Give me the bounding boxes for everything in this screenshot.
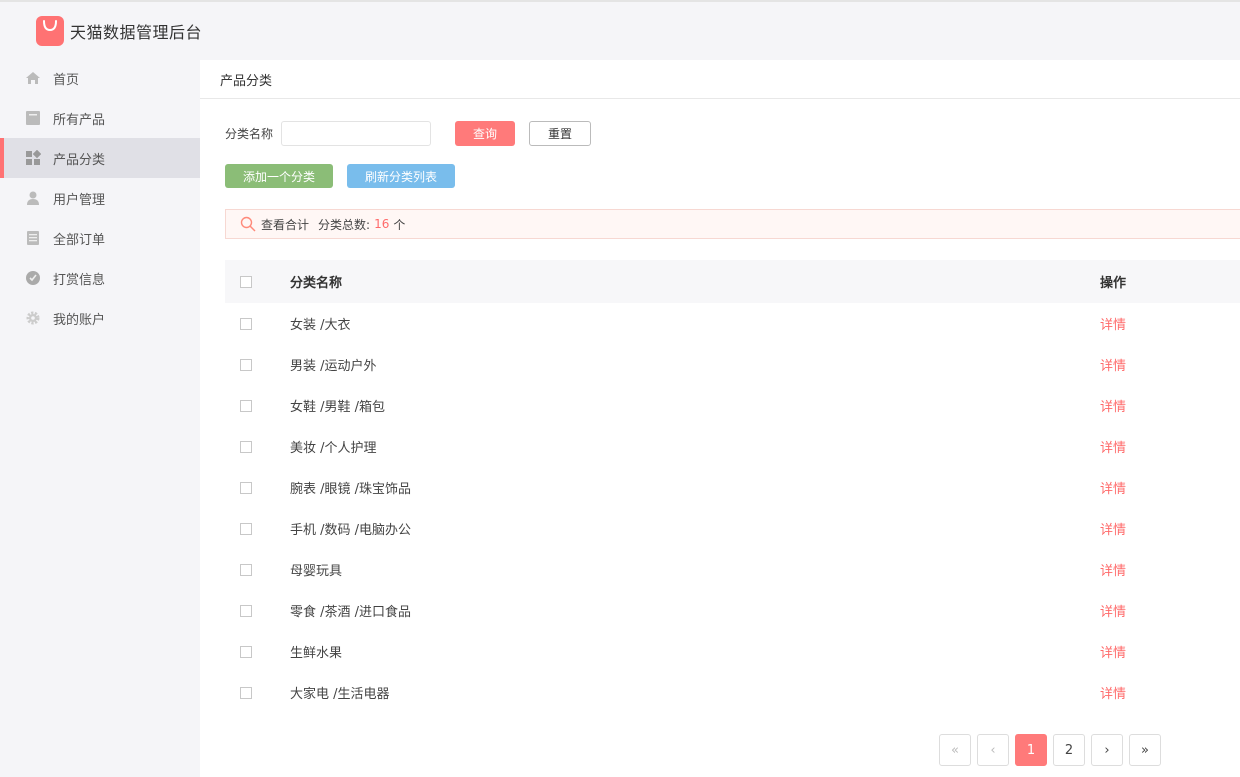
product-icon [24, 109, 42, 127]
table-row: 手机 /数码 /电脑办公 详情 [225, 508, 1240, 549]
pagination: « ‹ 1 2 › » [939, 734, 1167, 766]
sidebar-item-home[interactable]: 首页 [0, 58, 200, 98]
table-row: 男装 /运动户外 详情 [225, 344, 1240, 385]
query-button[interactable]: 查询 [455, 121, 516, 146]
reset-button[interactable]: 重置 [529, 121, 592, 146]
summary-bar: 查看合计 分类总数: 16 个 [225, 209, 1240, 239]
details-link[interactable]: 详情 [1100, 318, 1126, 333]
refresh-list-button[interactable]: 刷新分类列表 [347, 164, 455, 188]
row-checkbox[interactable] [240, 563, 252, 576]
category-name: 美妆 /个人护理 [290, 441, 377, 456]
sidebar-item-label: 我的账户 [53, 312, 106, 328]
page-1-button[interactable]: 1 [1015, 734, 1047, 766]
details-link[interactable]: 详情 [1100, 441, 1126, 456]
row-checkbox[interactable] [240, 604, 252, 617]
order-list-icon [24, 229, 42, 247]
sidebar-item-account[interactable]: 我的账户 [0, 298, 200, 338]
row-checkbox[interactable] [240, 522, 252, 535]
table-row: 母婴玩具 详情 [225, 549, 1240, 590]
row-checkbox[interactable] [240, 645, 252, 658]
row-checkbox[interactable] [240, 317, 252, 330]
details-link[interactable]: 详情 [1100, 564, 1126, 579]
category-name: 母婴玩具 [290, 564, 343, 579]
sidebar-item-categories[interactable]: 产品分类 [0, 138, 200, 178]
sidebar-item-orders[interactable]: 全部订单 [0, 218, 200, 258]
prev-page-button[interactable]: ‹ [977, 734, 1009, 766]
user-icon [24, 189, 42, 207]
total-label: 分类总数: [318, 217, 371, 232]
category-grid-icon [24, 149, 42, 167]
table-row: 零食 /茶酒 /进口食品 详情 [225, 590, 1240, 631]
total-count: 16 [374, 217, 390, 231]
brand: 天猫数据管理后台 [36, 14, 202, 48]
sidebar-item-rewards[interactable]: 打赏信息 [0, 258, 200, 298]
add-category-button[interactable]: 添加一个分类 [225, 164, 333, 188]
top-border [0, 0, 1240, 2]
table-row: 腕表 /眼镜 /珠宝饰品 详情 [225, 467, 1240, 508]
reward-icon [24, 269, 42, 287]
category-name-input[interactable] [281, 121, 432, 146]
category-name: 腕表 /眼镜 /珠宝饰品 [290, 482, 412, 497]
column-header-operation: 操作 [1100, 276, 1127, 291]
details-link[interactable]: 详情 [1100, 523, 1126, 538]
sidebar-item-label: 用户管理 [53, 192, 106, 208]
sidebar-item-label: 首页 [53, 72, 80, 88]
table-row: 大家电 /生活电器 详情 [225, 672, 1240, 713]
category-name: 手机 /数码 /电脑办公 [290, 523, 412, 538]
details-link[interactable]: 详情 [1100, 687, 1126, 702]
category-name-label: 分类名称 [225, 127, 274, 141]
action-bar: 添加一个分类 刷新分类列表 [225, 164, 455, 188]
row-checkbox[interactable] [240, 481, 252, 494]
sidebar-item-label: 所有产品 [53, 112, 106, 128]
shopping-bag-logo-icon [36, 16, 64, 46]
last-page-button[interactable]: » [1129, 734, 1161, 766]
details-link[interactable]: 详情 [1100, 646, 1126, 661]
app-title: 天猫数据管理后台 [70, 23, 203, 42]
table-row: 美妆 /个人护理 详情 [225, 426, 1240, 467]
filter-bar: 分类名称 查询 重置 [225, 121, 592, 146]
category-name: 男装 /运动户外 [290, 359, 377, 374]
page-2-button[interactable]: 2 [1053, 734, 1085, 766]
table-row: 生鲜水果 详情 [225, 631, 1240, 672]
category-table: 分类名称 操作 女装 /大衣 详情 男装 /运动户外 详情 女鞋 /男鞋 /箱包… [225, 260, 1240, 713]
row-checkbox[interactable] [240, 358, 252, 371]
sidebar-item-products[interactable]: 所有产品 [0, 98, 200, 138]
sidebar: 首页 所有产品 产品分类 用户管理 全部订单 打赏信息 我的账户 [0, 58, 200, 338]
sidebar-item-label: 打赏信息 [53, 272, 106, 288]
sidebar-item-label: 产品分类 [53, 152, 106, 168]
main-panel: 产品分类 分类名称 查询 重置 添加一个分类 刷新分类列表 查看合计 分类总数:… [200, 60, 1240, 777]
details-link[interactable]: 详情 [1100, 605, 1126, 620]
row-checkbox[interactable] [240, 686, 252, 699]
category-name: 女鞋 /男鞋 /箱包 [290, 400, 386, 415]
breadcrumb: 产品分类 [200, 60, 1240, 99]
view-total-label: 查看合计 [261, 217, 310, 232]
sidebar-item-users[interactable]: 用户管理 [0, 178, 200, 218]
table-row: 女装 /大衣 详情 [225, 303, 1240, 344]
table-header: 分类名称 操作 [225, 260, 1240, 303]
row-checkbox[interactable] [240, 440, 252, 453]
page-title: 产品分类 [220, 73, 273, 89]
first-page-button[interactable]: « [939, 734, 971, 766]
home-icon [24, 69, 42, 87]
details-link[interactable]: 详情 [1100, 400, 1126, 415]
total-unit: 个 [393, 217, 406, 232]
details-link[interactable]: 详情 [1100, 482, 1126, 497]
column-header-name: 分类名称 [290, 276, 343, 291]
search-icon [240, 216, 256, 232]
category-name: 零食 /茶酒 /进口食品 [290, 605, 412, 620]
category-name: 生鲜水果 [290, 646, 343, 661]
details-link[interactable]: 详情 [1100, 359, 1126, 374]
category-name: 大家电 /生活电器 [290, 687, 390, 702]
gear-icon [24, 309, 42, 327]
category-name: 女装 /大衣 [290, 318, 351, 333]
select-all-checkbox[interactable] [240, 275, 252, 288]
row-checkbox[interactable] [240, 399, 252, 412]
table-row: 女鞋 /男鞋 /箱包 详情 [225, 385, 1240, 426]
sidebar-item-label: 全部订单 [53, 232, 106, 248]
next-page-button[interactable]: › [1091, 734, 1123, 766]
